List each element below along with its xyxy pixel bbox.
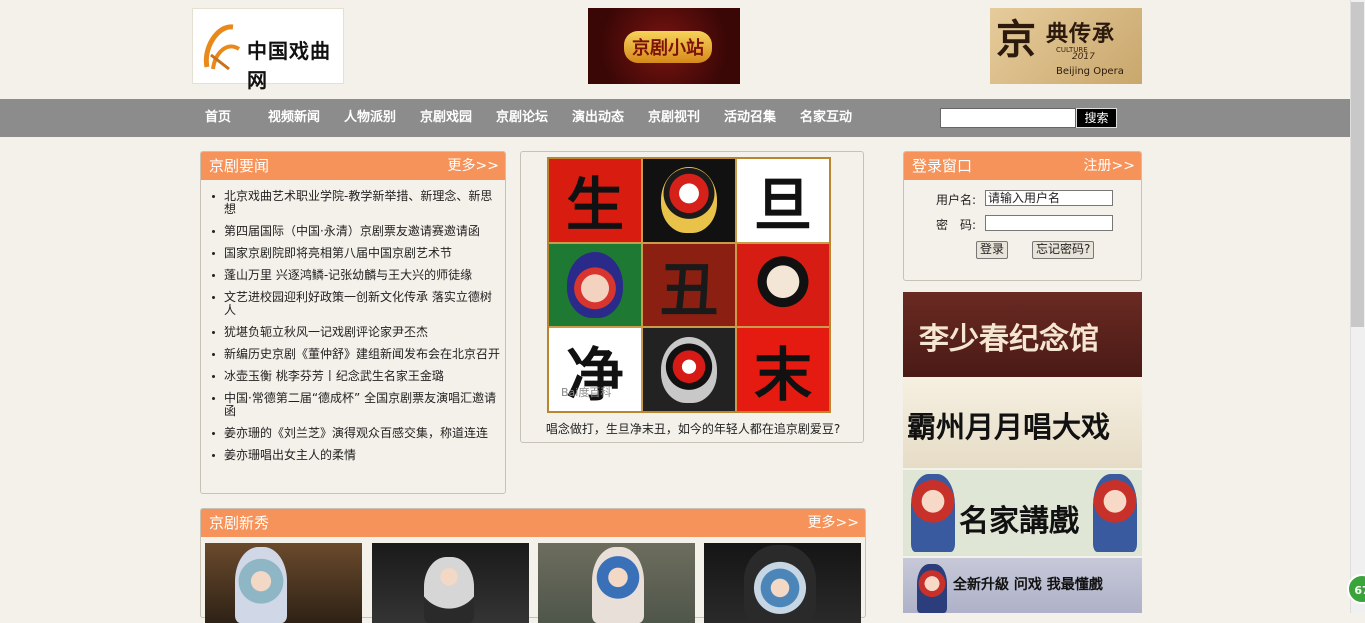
opera-figure-icon	[1093, 474, 1137, 552]
main-nav: 首页 视频新闻 人物派别 京剧戏园 京剧论坛 演出动态 京剧视刊 活动召集 名家…	[0, 99, 1350, 137]
username-field[interactable]: 请输入用户名	[985, 190, 1113, 206]
password-field[interactable]	[985, 215, 1113, 231]
nav-item-people[interactable]: 人物派别	[344, 99, 396, 137]
nav-item-masters[interactable]: 名家互动	[800, 99, 852, 137]
news-item[interactable]: 北京戏曲艺术职业学院-教学新举措、新理念、新思想	[211, 190, 501, 216]
login-header: 登录窗口 注册>>	[904, 152, 1141, 180]
news-panel: 京剧要闻 更多>> 北京戏曲艺术职业学院-教学新举措、新理念、新思想 第四届国际…	[200, 151, 506, 494]
news-item[interactable]: 姜亦珊的《刘兰芝》演得观众百感交集，称道连连	[211, 427, 501, 440]
masters-lecture-banner[interactable]: 名家講戲	[903, 470, 1142, 556]
nav-item-events[interactable]: 活动召集	[724, 99, 776, 137]
news-header: 京剧要闻 更多>>	[201, 152, 505, 180]
site-logo[interactable]: 中国戏曲网	[192, 8, 344, 92]
login-panel: 登录窗口 注册>> 用户名: 请输入用户名 密 码: 登录 忘记密码?	[903, 151, 1142, 281]
char-chou: 丑	[643, 243, 735, 327]
feature-caption[interactable]: 唱念做打，生旦净末丑，如今的年轻人都在追京剧爱豆?	[521, 420, 865, 437]
news-more-link[interactable]: 更多>>	[448, 152, 499, 180]
nav-item-magazine[interactable]: 京剧视刊	[648, 99, 700, 137]
nav-item-forum[interactable]: 京剧论坛	[496, 99, 548, 137]
char-mo: 末	[737, 328, 829, 411]
bazhou-opera-banner[interactable]: 霸州月月唱大戏	[903, 378, 1142, 468]
nav-item-shows[interactable]: 演出动态	[572, 99, 624, 137]
feature-panel: 生 旦 丑 净 末 Bai度百科 唱念做打，生旦净末丑，如今的年轻人都在追京剧爱…	[520, 151, 864, 443]
new-stars-panel: 京剧新秀 更多>>	[200, 508, 866, 623]
beijing-opera-banner[interactable]: 京 典传承 CULTURE 2017 Beijing Opera	[990, 8, 1142, 84]
opera-mask-icon	[643, 159, 735, 242]
char-dan: 旦	[737, 159, 829, 242]
scrollbar-thumb[interactable]	[1351, 2, 1364, 327]
star-thumbnail[interactable]	[205, 543, 362, 623]
forgot-password-button[interactable]: 忘记密码?	[1032, 241, 1095, 259]
banner-title: 典传承	[1046, 21, 1116, 47]
center-banner-text: 京剧小站	[624, 31, 712, 63]
performer-icon	[235, 547, 287, 623]
female-opera-icon	[549, 243, 641, 327]
banner-english: Beijing Opera	[1056, 66, 1124, 77]
side-banner-text: 全新升級 问戏 我最懂戲	[953, 577, 1103, 593]
news-item[interactable]: 国家京剧院即将亮相第八届中国京剧艺术节	[211, 247, 501, 260]
news-item[interactable]: 中国·常德第二届“德成杯” 全国京剧票友演唱汇邀请函	[211, 392, 501, 418]
news-item[interactable]: 蓬山万里 兴逐鸿鳞-记张幼麟与王大兴的师徒缘	[211, 269, 501, 282]
news-item[interactable]: 犹堪负轭立秋风一记戏剧评论家尹丕杰	[211, 326, 501, 339]
logo-text: 中国戏曲网	[247, 39, 331, 92]
register-link[interactable]: 注册>>	[1084, 152, 1135, 180]
search-button[interactable]: 搜索	[1076, 108, 1117, 128]
performer-icon	[744, 545, 816, 623]
login-title: 登录窗口	[912, 157, 973, 175]
center-banner[interactable]: 京剧小站	[588, 8, 740, 84]
banner-year: 2017	[1072, 52, 1095, 62]
star-thumbnail[interactable]	[704, 543, 861, 623]
opera-figure-icon	[917, 564, 947, 613]
news-item[interactable]: 新编历史京剧《董仲舒》建组新闻发布会在北京召开	[211, 348, 501, 361]
nav-item-video-news[interactable]: 视频新闻	[268, 99, 320, 137]
opera-logo-icon	[203, 24, 241, 71]
painted-face-icon	[643, 328, 735, 411]
search-input[interactable]	[940, 108, 1076, 128]
star-thumbnail[interactable]	[538, 543, 695, 623]
password-label: 密 码:	[936, 218, 977, 232]
nav-item-theater[interactable]: 京剧戏园	[420, 99, 472, 137]
nav-item-home[interactable]: 首页	[205, 99, 231, 137]
opera-figure-icon	[911, 474, 955, 552]
new-stars-more-link[interactable]: 更多>>	[808, 509, 859, 537]
login-button[interactable]: 登录	[976, 241, 1009, 259]
news-item[interactable]: 姜亦珊唱出女主人的柔情	[211, 449, 501, 462]
news-list: 北京戏曲艺术职业学院-教学新举措、新理念、新思想 第四届国际（中国·永清）京剧票…	[211, 190, 501, 471]
side-banner-text: 霸州月月唱大戏	[907, 410, 1111, 444]
wenxi-banner[interactable]: 全新升級 问戏 我最懂戲	[903, 558, 1142, 613]
image-watermark: Bai度百科	[561, 386, 612, 399]
li-shaochun-memorial-banner[interactable]: 李少春纪念馆	[903, 292, 1142, 377]
star-thumbnail[interactable]	[372, 543, 529, 623]
username-label: 用户名:	[936, 193, 977, 207]
clown-opera-icon	[737, 243, 829, 327]
side-banner-text: 名家講戲	[959, 504, 1079, 539]
news-item[interactable]: 第四届国际（中国·永清）京剧票友邀请赛邀请函	[211, 225, 501, 238]
performer-icon	[424, 557, 474, 623]
performer-icon	[592, 547, 644, 623]
side-banner-text: 李少春纪念馆	[919, 322, 1099, 357]
news-item[interactable]: 文艺进校园迎利好政策一创新文化传承 落实立德树人	[211, 291, 501, 317]
feature-image[interactable]: 生 旦 丑 净 末	[547, 157, 831, 413]
char-sheng: 生	[549, 159, 641, 242]
new-stars-header: 京剧新秀 更多>>	[201, 509, 865, 537]
news-title: 京剧要闻	[209, 157, 270, 175]
news-item[interactable]: 冰壶玉衡 桃李芬芳丨纪念武生名家王金璐	[211, 370, 501, 383]
new-stars-title: 京剧新秀	[209, 514, 270, 532]
banner-big-char: 京	[996, 16, 1036, 63]
